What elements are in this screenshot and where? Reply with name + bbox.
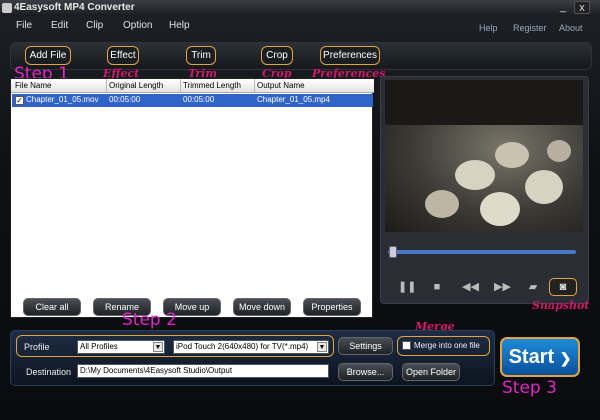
chevron-down-icon: ▼ (317, 342, 327, 352)
row-checkbox[interactable]: ✓ (15, 96, 24, 105)
preferences-button[interactable]: Preferences (320, 46, 380, 65)
about-link[interactable]: About (559, 23, 583, 33)
start-label: Start (508, 346, 555, 368)
menu-option[interactable]: Option (123, 20, 152, 31)
file-list-header: File Name Original Length Trimmed Length… (11, 79, 374, 93)
profile-category-select[interactable]: All Profiles ▼ (77, 340, 165, 354)
merge-checkbox[interactable] (402, 341, 411, 350)
profile-label: Profile (24, 342, 50, 352)
snapshot-annotation: Snapshot (532, 299, 590, 312)
minimize-button[interactable]: _ (556, 1, 570, 14)
seek-handle[interactable] (389, 246, 397, 258)
col-file-name[interactable]: File Name (15, 81, 51, 90)
menu-edit[interactable]: Edit (51, 20, 68, 31)
menu-bar: File Edit Clip Option Help (0, 17, 600, 37)
stop-icon[interactable]: ■ (430, 280, 444, 294)
title-bar: 4Easysoft MP4 Converter _ x (0, 0, 600, 16)
toolbar (10, 42, 592, 70)
app-icon (2, 3, 12, 13)
camera-icon: ◙ (559, 281, 567, 293)
chevron-right-icon: ❯ (559, 350, 572, 366)
add-file-button[interactable]: Add File (25, 46, 71, 65)
col-trimmed-length[interactable]: Trimmed Length (183, 81, 241, 90)
menu-file[interactable]: File (16, 20, 32, 31)
video-preview (385, 80, 583, 232)
pause-icon[interactable]: ❚❚ (398, 280, 416, 294)
step3-annotation: Step 3 (502, 378, 557, 398)
app-window: 4Easysoft MP4 Converter _ x File Edit Cl… (0, 0, 600, 420)
table-row[interactable]: ✓ Chapter_01_05.mov 00:05:00 00:05:00 Ch… (12, 94, 373, 107)
snapshot-button[interactable]: ◙ (549, 278, 577, 296)
close-button[interactable]: x (574, 1, 590, 14)
profile-format-select[interactable]: iPod Touch 2(640x480) for TV(*.mp4) ▼ (173, 340, 329, 354)
col-output-name[interactable]: Output Name (257, 81, 305, 90)
rewind-icon[interactable]: ◀◀ (462, 280, 479, 294)
crop-button[interactable]: Crop (261, 46, 293, 65)
browse-button[interactable]: Browse... (338, 363, 393, 381)
window-title: 4Easysoft MP4 Converter (14, 2, 135, 13)
cell-file-name: Chapter_01_05.mov (26, 95, 99, 104)
help-link[interactable]: Help (479, 23, 498, 33)
register-link[interactable]: Register (513, 23, 547, 33)
cell-trimmed-length: 00:05:00 (183, 95, 215, 104)
file-list[interactable]: File Name Original Length Trimmed Length… (10, 78, 374, 318)
open-folder-button[interactable]: Open Folder (402, 363, 460, 381)
destination-field[interactable]: D:\My Documents\4Easysoft Studio\Output (77, 364, 329, 378)
seek-bar[interactable] (388, 250, 576, 254)
trim-button[interactable]: Trim (186, 46, 216, 65)
clear-all-button[interactable]: Clear all (23, 298, 81, 316)
destination-label: Destination (26, 367, 72, 377)
menu-help[interactable]: Help (169, 20, 190, 31)
open-folder-icon[interactable]: ▰ (526, 280, 540, 294)
properties-button[interactable]: Properties (303, 298, 361, 316)
settings-button[interactable]: Settings (338, 337, 393, 355)
start-button[interactable]: Start ❯ (500, 337, 580, 377)
chevron-down-icon: ▼ (153, 342, 163, 352)
profile-category-value: All Profiles (80, 342, 118, 351)
forward-icon[interactable]: ▶▶ (494, 280, 511, 294)
profile-format-value: iPod Touch 2(640x480) for TV(*.mp4) (176, 342, 309, 351)
move-down-button[interactable]: Move down (233, 298, 291, 316)
cell-original-length: 00:05:00 (109, 95, 141, 104)
cell-output-name: Chapter_01_05.mp4 (257, 95, 330, 104)
menu-clip[interactable]: Clip (86, 20, 103, 31)
merge-label: Merge into one file (414, 341, 480, 350)
effect-button[interactable]: Effect (107, 46, 139, 65)
step2-annotation: Step 2 (122, 310, 177, 330)
col-original-length[interactable]: Original Length (109, 81, 163, 90)
